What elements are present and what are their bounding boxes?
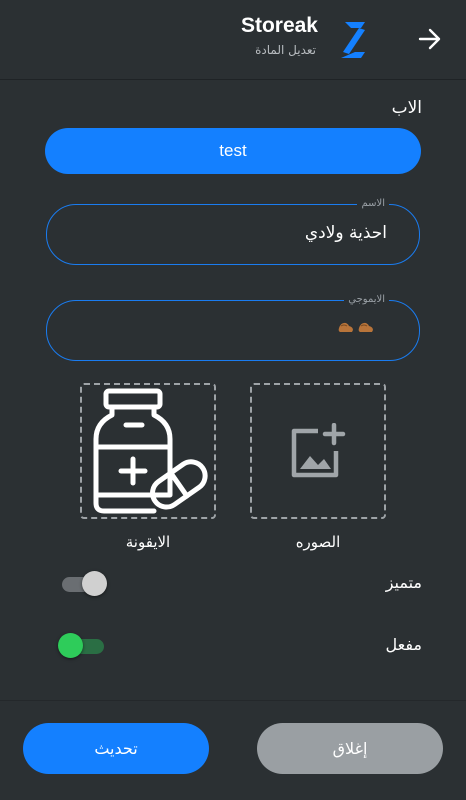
enabled-switch-thumb: [58, 633, 83, 658]
featured-switch-thumb: [82, 571, 107, 596]
emoji-field-label: الايموجي: [344, 293, 389, 307]
icon-label: الايقونة: [125, 533, 171, 551]
featured-switch[interactable]: [58, 571, 107, 597]
name-field[interactable]: الاسم احذية ولادي: [46, 197, 420, 265]
add-photo-icon: [291, 423, 346, 478]
storeak-logo-icon: [341, 22, 365, 58]
parent-label: الاب: [391, 98, 422, 118]
enabled-label: مفعل: [385, 635, 423, 654]
icon-picker[interactable]: [80, 383, 216, 519]
image-label: الصوره: [295, 533, 341, 551]
name-field-value: احذية ولادي: [304, 223, 387, 243]
emoji-field[interactable]: الايموجي: [46, 293, 420, 361]
close-button[interactable]: إغلاق: [257, 723, 443, 774]
update-button[interactable]: تحديث: [23, 723, 209, 774]
app-bar: Storeak تعديل المادة: [0, 0, 466, 80]
shoe-emoji-icon: [338, 322, 353, 332]
enabled-switch[interactable]: [58, 633, 106, 659]
app-title: Storeak: [240, 14, 318, 37]
emoji-field-value: [337, 320, 375, 334]
featured-label: متميز: [385, 573, 422, 592]
shoe-emoji-icon: [358, 322, 373, 332]
parent-select-button[interactable]: test: [45, 128, 421, 174]
medicine-bottle-icon: [93, 388, 208, 514]
arrow-right-icon: [418, 28, 441, 50]
page-subtitle: تعديل المادة: [255, 43, 316, 57]
image-picker[interactable]: [250, 383, 386, 519]
name-field-label: الاسم: [357, 197, 389, 211]
back-button[interactable]: [410, 24, 450, 54]
